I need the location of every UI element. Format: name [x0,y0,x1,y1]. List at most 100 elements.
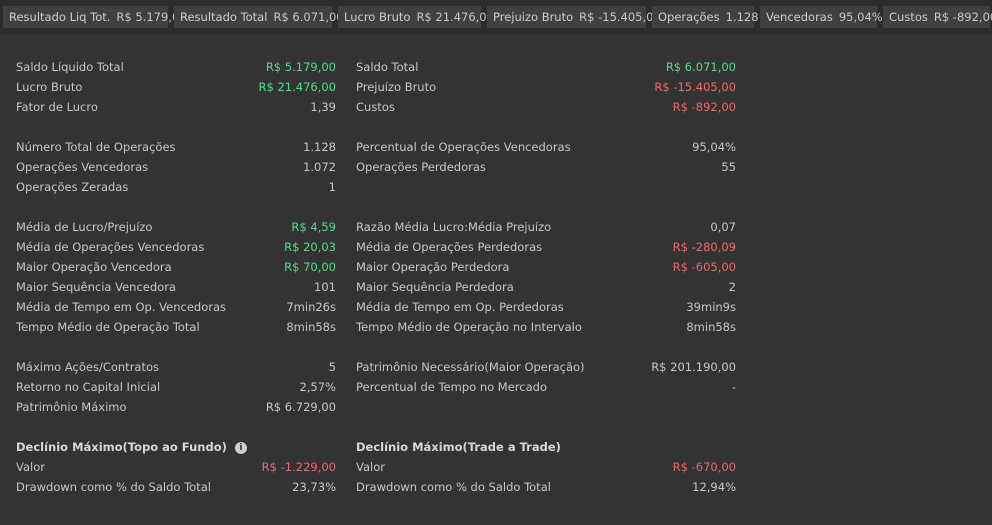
stat-row: Maior Sequência Vencedora 101 [16,279,336,295]
stat-row: Valor R$ -1.229,00 [16,459,336,475]
chip-prejuizo-bruto[interactable]: Prejuizo Bruto R$ -15.405,00 [487,6,661,28]
stat-row: Custos R$ -892,00 [356,99,736,115]
stat-value: 39min9s [686,300,736,314]
stat-value: 1 [328,180,336,194]
stat-value: 1.128 [303,140,336,154]
stat-row: Operações Perdedoras 55 [356,159,736,175]
stat-label: Tempo Médio de Operação Total [16,320,200,334]
stat-label: Drawdown como % do Saldo Total [16,480,211,494]
stat-value: R$ 6.071,00 [665,60,736,74]
stat-value: 2 [728,280,736,294]
stat-label: Patrimônio Necessário(Maior Operação) [356,360,585,374]
stat-value: 1.072 [303,160,336,174]
stat-value: R$ 6.729,00 [265,400,336,414]
chip-label: Custos [889,10,928,24]
info-icon[interactable]: i [234,441,247,454]
section-title: Declínio Máximo(Topo ao Fundo) [16,440,227,454]
chip-label: Prejuizo Bruto [493,10,574,24]
stat-row: Média de Tempo em Op. Vencedoras 7min26s [16,299,336,315]
stat-value: 8min58s [286,320,336,334]
chip-value: R$ -892,00 [933,10,992,24]
stat-value: - [731,380,736,394]
stat-label: Média de Tempo em Op. Vencedoras [16,300,226,314]
chip-operacoes[interactable]: Operações 1.128 [652,6,759,28]
stat-label: Número Total de Operações [16,140,176,154]
stat-row: Retorno no Capital Inicial 2,57% [16,379,336,395]
stat-value: 2,57% [299,380,336,394]
stat-value: R$ -280,09 [672,240,736,254]
stat-row: Razão Média Lucro:Média Prejuízo 0,07 [356,219,736,235]
chip-resultado-total[interactable]: Resultado Total R$ 6.071,00 [174,6,344,28]
stat-row: Média de Operações Perdedoras R$ -280,09 [356,239,736,255]
stat-label: Operações Perdedoras [356,160,486,174]
stat-value: R$ 201.190,00 [651,360,736,374]
stat-row: Saldo Total R$ 6.071,00 [356,59,736,75]
chip-resultado-liq[interactable]: Resultado Liq Tot. R$ 5.179,00 [3,6,187,28]
stat-value: R$ 4,59 [291,220,336,234]
summary-bar: Resultado Liq Tot. R$ 5.179,00 Resultado… [0,0,992,34]
stat-label: Média de Operações Vencedoras [16,240,205,254]
stat-value: R$ 21.476,00 [258,80,337,94]
stat-label: Maior Operação Perdedora [356,260,510,274]
stat-row: Maior Sequência Perdedora 2 [356,279,736,295]
stat-value: 95,04% [692,140,736,154]
stat-value: R$ -1.229,00 [261,460,336,474]
stat-label: Fator de Lucro [16,100,98,114]
chip-value: R$ 6.071,00 [273,10,344,24]
stat-label: Média de Operações Perdedoras [356,240,543,254]
stat-row: Operações Vencedoras 1.072 [16,159,336,175]
stat-value: 23,73% [292,480,336,494]
stat-row: Tempo Médio de Operação Total 8min58s [16,319,336,335]
stat-label: Máximo Ações/Contratos [16,360,160,374]
stat-label: Valor [356,460,385,474]
stat-value: 5 [328,360,336,374]
stat-value: 8min58s [686,320,736,334]
stat-row: Média de Operações Vencedoras R$ 20,03 [16,239,336,255]
stat-label: Lucro Bruto [16,80,83,94]
chip-label: Vencedoras [766,10,833,24]
stat-row: Lucro Bruto R$ 21.476,00 [16,79,336,95]
stat-label: Patrimônio Máximo [16,400,127,414]
stat-row: Patrimônio Necessário(Maior Operação) R$ … [356,359,736,375]
chip-custos[interactable]: Custos R$ -892,00 [883,6,992,28]
stat-label: Operações Vencedoras [16,160,149,174]
stat-row: Prejuízo Bruto R$ -15.405,00 [356,79,736,95]
stat-label: Valor [16,460,45,474]
chip-value: 1.128 [725,10,759,24]
stat-label: Prejuízo Bruto [356,80,437,94]
stat-row: Média de Lucro/Prejuízo R$ 4,59 [16,219,336,235]
chip-label: Operações [658,10,720,24]
section-title: Declínio Máximo(Trade a Trade) [356,440,561,454]
stat-label: Saldo Líquido Total [16,60,124,74]
stat-row: Maior Operação Perdedora R$ -605,00 [356,259,736,275]
stat-label: Custos [356,100,395,114]
chip-vencedoras[interactable]: Vencedoras 95,04% [760,6,883,28]
stat-row: Patrimônio Máximo R$ 6.729,00 [16,399,336,415]
stat-value: R$ -15.405,00 [654,80,736,94]
stat-value: 0,07 [710,220,736,234]
stat-label: Maior Sequência Vencedora [16,280,176,294]
chip-value: R$ -15.405,00 [579,10,661,24]
stat-value: 1,39 [310,100,336,114]
stat-value: R$ 20,03 [284,240,336,254]
stat-label: Média de Lucro/Prejuízo [16,220,153,234]
chip-label: Resultado Liq Tot. [9,10,111,24]
stat-row: Percentual de Operações Vencedoras 95,04% [356,139,736,155]
stat-row: Valor R$ -670,00 [356,459,736,475]
stat-label: Operações Zeradas [16,180,129,194]
stat-row: Drawdown como % do Saldo Total 12,94% [356,479,736,495]
drawdown-trade-heading: Declínio Máximo(Trade a Trade) [356,438,561,456]
stat-row: Fator de Lucro 1,39 [16,99,336,115]
stat-value: R$ 5.179,00 [265,60,336,74]
stat-label: Razão Média Lucro:Média Prejuízo [356,220,552,234]
stat-value: 12,94% [692,480,736,494]
chip-lucro-bruto[interactable]: Lucro Bruto R$ 21.476,00 [338,6,494,28]
stat-value: 101 [314,280,336,294]
stat-label: Tempo Médio de Operação no Intervalo [356,320,582,334]
stat-row: Máximo Ações/Contratos 5 [16,359,336,375]
chip-value: R$ 21.476,00 [416,10,494,24]
stat-row: Maior Operação Vencedora R$ 70,00 [16,259,336,275]
drawdown-peak-heading: Declínio Máximo(Topo ao Fundo) i [16,438,247,456]
stat-row: Operações Zeradas 1 [16,179,336,195]
stat-label: Maior Operação Vencedora [16,260,172,274]
